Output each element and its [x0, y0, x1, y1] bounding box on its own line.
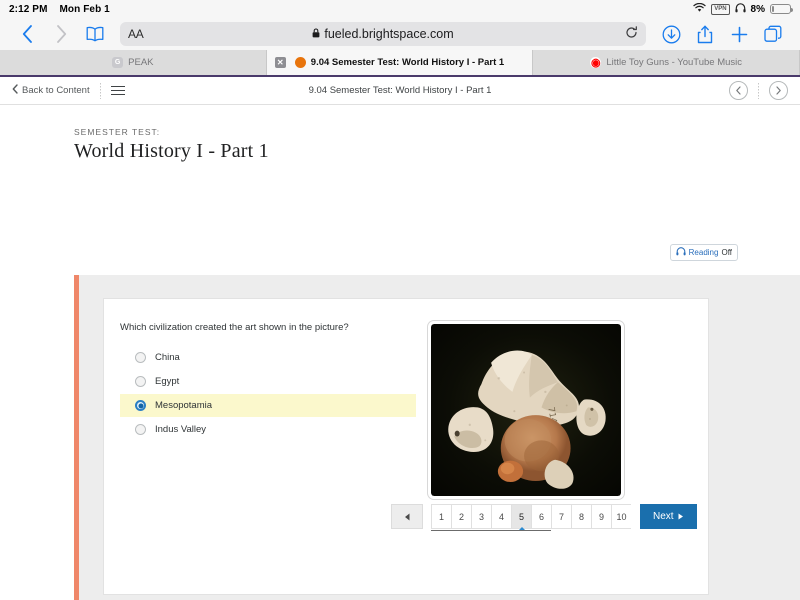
radio-icon[interactable]: [135, 352, 146, 364]
page-7[interactable]: 7: [551, 504, 571, 529]
option-mesopotamia[interactable]: Mesopotamia: [120, 394, 416, 418]
status-time: 2:12 PM: [9, 3, 48, 15]
reload-icon[interactable]: [625, 26, 638, 42]
download-circle-icon[interactable]: [654, 21, 688, 47]
page-10[interactable]: 10: [611, 504, 631, 529]
battery-percent: 8%: [750, 3, 765, 15]
tab-label: 9.04 Semester Test: World History I - Pa…: [310, 57, 505, 68]
pagination: 1 2 3 4 5 6 7 8 9 10 Next: [391, 504, 697, 531]
headphones-icon: [734, 2, 746, 16]
browser-tab-semester-test[interactable]: ✕ 9.04 Semester Test: World History I - …: [266, 50, 534, 75]
url-display: fueled.brightspace.com: [120, 27, 646, 41]
page-6[interactable]: 6: [531, 504, 551, 529]
triangle-right-icon: [678, 513, 683, 520]
question-image: 7146: [428, 321, 624, 499]
page-header: SEMESTER TEST: World History I - Part 1: [0, 105, 800, 163]
visited-pages-underline: [431, 529, 551, 531]
option-indus-valley[interactable]: Indus Valley: [120, 418, 416, 441]
option-label: China: [155, 352, 180, 364]
page-title: World History I - Part 1: [74, 140, 269, 162]
url-text: fueled.brightspace.com: [324, 27, 454, 41]
pagination-prev-button[interactable]: [391, 504, 423, 529]
accent-bar: [74, 275, 79, 600]
next-label: Next: [653, 511, 674, 522]
page-2[interactable]: 2: [451, 504, 471, 529]
page-4[interactable]: 4: [491, 504, 511, 529]
lock-icon: [312, 27, 320, 41]
share-icon[interactable]: [688, 21, 722, 47]
page-8[interactable]: 8: [571, 504, 591, 529]
option-label: Egypt: [155, 376, 180, 388]
chevron-left-icon: [12, 84, 18, 97]
circle-chevron-right-icon[interactable]: [769, 81, 788, 100]
pagination-pages: 1 2 3 4 5 6 7 8 9 10: [431, 504, 631, 531]
app-nav-bar: Back to Content 9.04 Semester Test: Worl…: [0, 77, 800, 105]
page-1[interactable]: 1: [431, 504, 451, 529]
reading-state: Off: [721, 248, 732, 257]
tab-label: PEAK: [128, 57, 154, 68]
back-button[interactable]: [10, 21, 44, 47]
page-9[interactable]: 9: [591, 504, 611, 529]
hamburger-menu-icon[interactable]: [110, 85, 125, 96]
page-content: SEMESTER TEST: World History I - Part 1 …: [0, 105, 800, 600]
vpn-badge: VPN: [711, 3, 730, 15]
nav-divider: [758, 82, 759, 99]
back-to-content-label: Back to Content: [22, 85, 90, 96]
reading-toggle-badge[interactable]: Reading Off: [669, 244, 738, 261]
page-3[interactable]: 3: [471, 504, 491, 529]
radio-icon[interactable]: [135, 424, 146, 436]
wifi-icon: [693, 2, 706, 16]
question-text: Which civilization created the art shown…: [120, 322, 349, 333]
status-bar: 2:12 PM Mon Feb 1 VPN 8%: [0, 0, 800, 18]
option-label: Indus Valley: [155, 424, 207, 436]
battery-icon: [770, 4, 793, 14]
youtube-music-favicon: ◉: [590, 57, 602, 69]
book-icon[interactable]: [78, 21, 112, 47]
browser-toolbar: AA fueled.brightspace.com: [0, 18, 800, 50]
address-bar[interactable]: AA fueled.brightspace.com: [120, 22, 646, 46]
circle-chevron-left-icon[interactable]: [729, 81, 748, 100]
tab-label: Little Toy Guns - YouTube Music: [606, 57, 743, 68]
tabs-icon[interactable]: [756, 21, 790, 47]
page-5-current[interactable]: 5: [511, 504, 531, 531]
radio-icon[interactable]: [135, 376, 146, 388]
forward-button: [44, 21, 78, 47]
browser-tab-youtube-music[interactable]: ◉ Little Toy Guns - YouTube Music: [533, 50, 800, 75]
radio-icon-selected[interactable]: [135, 400, 146, 412]
artifact-illustration: 7146: [448, 350, 606, 489]
nav-divider: [99, 82, 101, 99]
headphones-icon: [676, 247, 686, 258]
option-label: Mesopotamia: [155, 400, 213, 412]
reading-label: Reading: [688, 248, 719, 257]
next-button[interactable]: Next: [640, 504, 697, 529]
plus-icon[interactable]: [722, 21, 756, 47]
brightspace-favicon: [294, 57, 306, 68]
option-china[interactable]: China: [120, 346, 416, 369]
google-favicon: G: [112, 57, 124, 68]
option-egypt[interactable]: Egypt: [120, 370, 416, 393]
browser-tab-peak[interactable]: G PEAK: [0, 50, 267, 75]
question-card: Which civilization created the art shown…: [103, 298, 709, 595]
back-to-content-link[interactable]: Back to Content: [12, 84, 90, 97]
close-icon[interactable]: ✕: [274, 57, 286, 68]
status-date: Mon Feb 1: [59, 3, 110, 15]
tab-bar: G PEAK ✕ 9.04 Semester Test: World Histo…: [0, 50, 800, 77]
page-eyebrow: SEMESTER TEST:: [74, 127, 161, 137]
